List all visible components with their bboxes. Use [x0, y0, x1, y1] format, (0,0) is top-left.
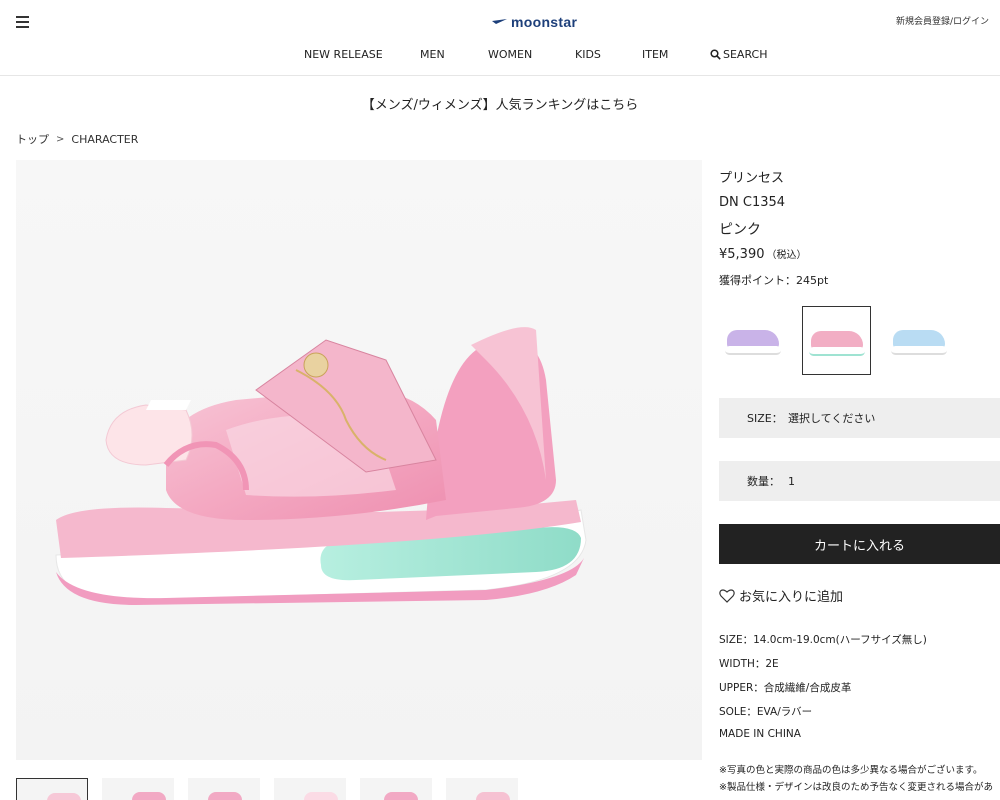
hamburger-menu-icon[interactable]	[16, 16, 29, 28]
product-main-image[interactable]	[16, 160, 702, 760]
breadcrumb-character[interactable]: CHARACTER	[71, 133, 138, 146]
nav-item[interactable]: ITEM	[642, 48, 668, 61]
thumbnail-strip	[16, 778, 532, 800]
product-price: ¥5,390 （税込）	[719, 246, 807, 262]
global-nav: NEW RELEASE MEN WOMEN KIDS ITEM SEARCH	[0, 48, 1000, 64]
breadcrumb-top[interactable]: トップ	[16, 131, 49, 147]
product-code: DN C1354	[719, 195, 786, 210]
thumbnail[interactable]	[274, 778, 346, 800]
thumbnail[interactable]	[446, 778, 518, 800]
heart-icon	[719, 589, 735, 603]
color-swatches	[719, 306, 968, 375]
spec-origin: MADE IN CHINA	[719, 728, 801, 740]
thumbnail[interactable]	[360, 778, 432, 800]
favorite-label: お気に入りに追加	[739, 590, 844, 605]
add-to-favorites[interactable]: お気に入りに追加	[719, 586, 843, 605]
nav-men[interactable]: MEN	[420, 48, 445, 61]
add-to-cart-button[interactable]: カートに入れる	[719, 524, 1000, 564]
swatch-purple[interactable]	[719, 306, 788, 375]
spec-size: SIZE：14.0cm-19.0cm(ハーフサイズ無し)	[719, 634, 927, 646]
price-value: ¥5,390	[719, 247, 765, 262]
size-value: 選択してください	[788, 412, 876, 425]
thumbnail[interactable]	[188, 778, 260, 800]
search-icon	[710, 49, 721, 60]
nav-kids[interactable]: KIDS	[575, 48, 601, 61]
quantity-select[interactable]: 数量： 1	[719, 461, 1000, 501]
ranking-banner-link[interactable]: 【メンズ/ウィメンズ】人気ランキングはこちら	[0, 94, 1000, 113]
thumbnail[interactable]	[102, 778, 174, 800]
tax-note: （税込）	[766, 250, 807, 261]
points-earned: 獲得ポイント：245pt	[719, 274, 829, 287]
product-color: ピンク	[719, 222, 761, 238]
nav-search[interactable]: SEARCH	[710, 48, 768, 61]
login-link[interactable]: 新規会員登録/ログイン	[896, 14, 989, 27]
nav-search-label: SEARCH	[723, 48, 768, 61]
brand-mark-icon	[488, 14, 507, 30]
product-series: プリンセス	[719, 171, 785, 186]
size-select[interactable]: SIZE： 選択してください	[719, 398, 1000, 438]
thumbnail[interactable]	[16, 778, 88, 800]
brand-name: moonstar	[511, 14, 578, 30]
spec-upper: UPPER：合成繊維/合成皮革	[719, 682, 852, 694]
product-specs: SIZE：14.0cm-19.0cm(ハーフサイズ無し) WIDTH：2E UP…	[719, 632, 927, 752]
note-line: ※写真の色と実際の商品の色は多少異なる場合がございます。	[719, 765, 983, 776]
breadcrumb-separator: >	[56, 133, 65, 145]
breadcrumb: トップ > CHARACTER	[16, 131, 138, 147]
product-notes: ※写真の色と実際の商品の色は多少異なる場合がございます。 ※製品仕様・デザインは…	[719, 762, 1000, 796]
swatch-light-blue[interactable]	[885, 306, 954, 375]
nav-new-release[interactable]: NEW RELEASE	[304, 48, 383, 61]
sandal-illustration	[55, 327, 587, 605]
swatch-pink[interactable]	[802, 306, 871, 375]
spec-width: WIDTH：2E	[719, 658, 779, 670]
note-line: ※製品仕様・デザインは改良のため予告なく変更される場合があ	[719, 782, 993, 793]
quantity-value: 1	[788, 474, 795, 488]
site-header: moonstar 新規会員登録/ログイン NEW RELEASE MEN WOM…	[0, 0, 1000, 76]
brand-logo[interactable]: moonstar	[484, 12, 577, 32]
size-label: SIZE：	[747, 412, 783, 425]
quantity-label: 数量：	[747, 475, 780, 488]
nav-women[interactable]: WOMEN	[488, 48, 532, 61]
spec-sole: SOLE：EVA/ラバー	[719, 706, 813, 718]
